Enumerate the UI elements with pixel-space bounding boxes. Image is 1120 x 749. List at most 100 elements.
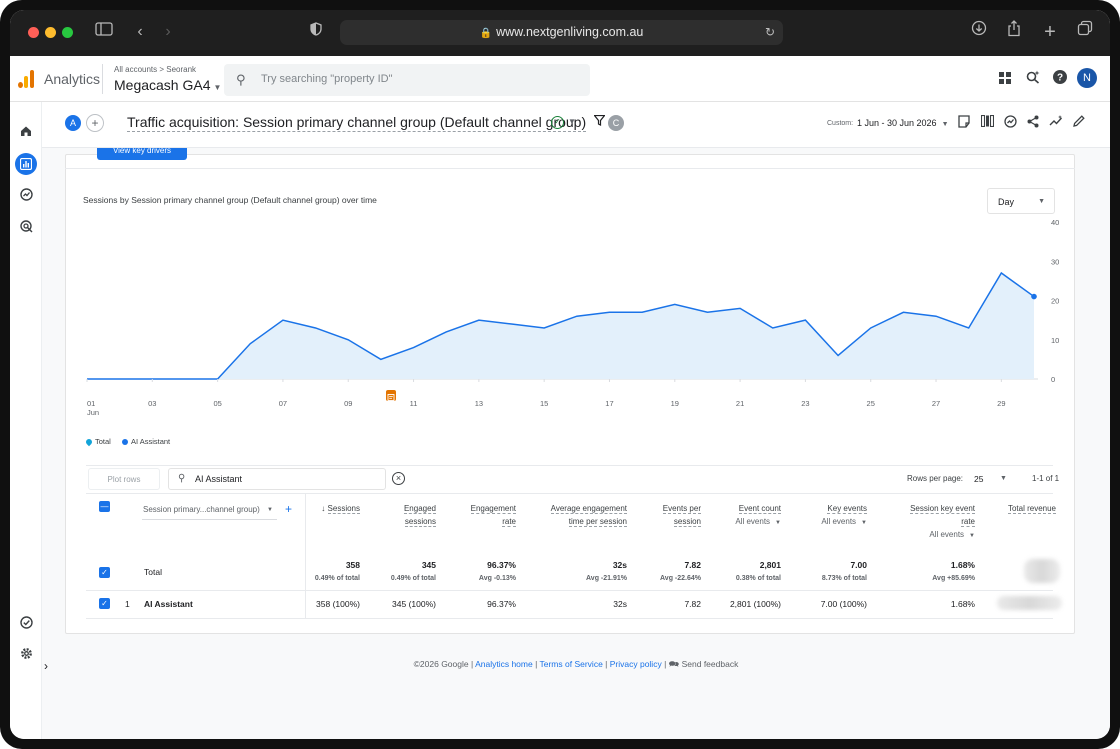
total-events-per-session: 7.82 Avg -22.64% [660, 560, 701, 582]
terms-of-service-link[interactable]: Terms of Service [540, 659, 603, 669]
advertising-icon[interactable] [17, 220, 35, 238]
legend-item-ai-assistant[interactable]: AI Assistant [121, 437, 170, 446]
save-report-icon[interactable] [956, 115, 972, 131]
date-range-selector[interactable]: 1 Jun - 30 Jun 2026 ▼ [857, 118, 949, 128]
share-report-icon[interactable] [1025, 115, 1041, 131]
expand-nav-chevron-icon[interactable]: › [44, 659, 48, 673]
total-row-label: Total [144, 567, 162, 577]
comparison-chip[interactable]: A [65, 115, 81, 131]
address-bar[interactable]: 🔒 www.nextgenliving.com.au ↻ [340, 20, 783, 45]
clear-search-icon[interactable]: × [392, 472, 405, 485]
x-tick-label: 15 [540, 399, 548, 408]
help-icon[interactable]: ? [1051, 70, 1069, 88]
sort-arrow-icon: ↓ [321, 504, 326, 513]
avatar[interactable]: N [1077, 68, 1097, 88]
device-frame: ‹ › 🔒 www.nextgenliving.com.au ↻ + Analyt… [0, 0, 1120, 749]
new-tab-icon[interactable]: + [1038, 20, 1062, 44]
share-icon[interactable] [1002, 20, 1026, 44]
admin-gear-icon[interactable] [17, 647, 35, 665]
filter-icon[interactable] [593, 114, 606, 129]
edit-pencil-icon[interactable] [1071, 115, 1087, 131]
add-comparison-button[interactable]: + [86, 114, 104, 132]
column-header-engaged-sessions[interactable]: Engaged sessions [403, 502, 436, 528]
rows-per-page-select[interactable]: 25 [974, 474, 983, 484]
column-header-session-key-event-rate[interactable]: Session key event rate All events ▼ [910, 502, 975, 543]
privacy-policy-link[interactable]: Privacy policy [610, 659, 662, 669]
view-key-drivers-button[interactable]: View key drivers [97, 148, 187, 160]
downloads-icon[interactable] [967, 20, 991, 44]
app-name[interactable]: Analytics [44, 71, 100, 87]
column-header-event-count[interactable]: Event count All events ▼ [735, 502, 781, 530]
compare-columns-icon[interactable] [979, 114, 995, 131]
configure-check-icon[interactable] [17, 616, 35, 634]
search-insights-icon[interactable] [1024, 70, 1042, 88]
add-dimension-button[interactable]: + [285, 502, 292, 516]
table-divider [86, 465, 1053, 466]
annotation-note-icon[interactable] [386, 390, 396, 401]
column-label: time per session [568, 517, 627, 527]
reload-icon[interactable]: ↻ [765, 20, 775, 45]
caret-down-icon: ▼ [861, 520, 867, 526]
lock-icon: 🔒 [479, 28, 493, 39]
forward-icon[interactable]: › [156, 20, 180, 44]
home-icon[interactable] [17, 124, 35, 142]
reports-icon[interactable] [15, 153, 37, 175]
trend-sparkle-icon[interactable] [1048, 115, 1064, 131]
report-header: A + Traffic acquisition: Session primary… [42, 102, 1110, 148]
plot-rows-button[interactable]: Plot rows [88, 468, 160, 490]
tab-overview-icon[interactable] [1073, 20, 1097, 44]
property-selector[interactable]: Megacash GA4 ▼ [114, 77, 221, 93]
caret-down-icon: ▼ [969, 533, 975, 539]
row-sessions: 358 (100%) [316, 599, 360, 609]
event-filter-select[interactable]: All events ▼ [929, 530, 975, 539]
event-filter-label: All events [821, 517, 857, 526]
dimension-select[interactable]: Session primary...channel group) ▼ [142, 504, 277, 520]
dimension-label: Session primary...channel group) [143, 505, 260, 514]
account-breadcrumb[interactable]: All accounts > Seorank [114, 65, 196, 74]
privacy-shield-icon[interactable] [304, 20, 328, 44]
total-key-events: 7.00 8.73% of total [821, 560, 867, 582]
event-filter-label: All events [929, 530, 965, 539]
insights-icon[interactable] [1002, 115, 1018, 131]
filter-chip[interactable]: C [608, 115, 624, 131]
event-filter-select[interactable]: All events ▼ [821, 517, 867, 526]
svg-text:?: ? [1057, 73, 1063, 84]
granularity-select[interactable]: Day ▼ [987, 188, 1055, 214]
send-feedback-button[interactable]: 🗪 Send feedback [669, 659, 739, 669]
row-key-events: 7.00 (100%) [820, 599, 867, 609]
caret-down-icon[interactable]: ▼ [1000, 475, 1007, 482]
column-header-key-events[interactable]: Key events All events ▼ [821, 502, 867, 530]
check-circle-icon[interactable]: ✓ [551, 116, 564, 129]
total-session-key-event-rate: 1.68% Avg +85.69% [932, 560, 975, 582]
column-header-engagement-rate[interactable]: Engagement rate [470, 502, 516, 528]
search-placeholder: Try searching "property ID" [261, 73, 393, 85]
sidebar-toggle-icon[interactable] [92, 20, 116, 44]
caret-down-icon[interactable]: ▼ [568, 117, 576, 126]
column-header-sessions[interactable]: ↓ Sessions [321, 502, 360, 515]
column-header-events-per-session[interactable]: Events per session [662, 502, 701, 528]
copyright: ©2026 Google | [413, 659, 474, 669]
row-event-count: 2,801 (100%) [729, 599, 781, 609]
back-icon[interactable]: ‹ [128, 20, 152, 44]
apps-grid-icon[interactable] [996, 70, 1014, 88]
column-header-total-revenue[interactable]: Total revenue [1007, 502, 1056, 515]
explore-icon[interactable] [17, 188, 35, 206]
x-tick-label: 17 [605, 399, 613, 408]
select-all-checkbox[interactable]: — [99, 501, 110, 512]
property-search[interactable]: ⚲ Try searching "property ID" [224, 64, 590, 96]
x-tick-label: 01 [87, 399, 95, 408]
row-engaged-sessions: 345 (100%) [392, 599, 436, 609]
event-filter-select[interactable]: All events ▼ [735, 517, 781, 526]
analytics-home-link[interactable]: Analytics home [475, 659, 533, 669]
close-window-button[interactable] [28, 27, 39, 38]
total-row-checkbox[interactable]: ✓ [99, 567, 110, 578]
table-search-input[interactable]: ⚲ AI Assistant × [168, 468, 405, 490]
legend-item-total[interactable]: Total [84, 437, 111, 447]
row-checkbox[interactable]: ✓ [99, 598, 110, 609]
analytics-logo-icon[interactable] [18, 70, 36, 88]
minimize-window-button[interactable] [45, 27, 56, 38]
column-header-avg-engagement-time[interactable]: Average engagement time per session [550, 502, 627, 528]
row-session-key-event-rate: 1.68% [950, 599, 975, 609]
y-tick-label: 30 [1051, 257, 1059, 266]
zoom-window-button[interactable] [62, 27, 73, 38]
